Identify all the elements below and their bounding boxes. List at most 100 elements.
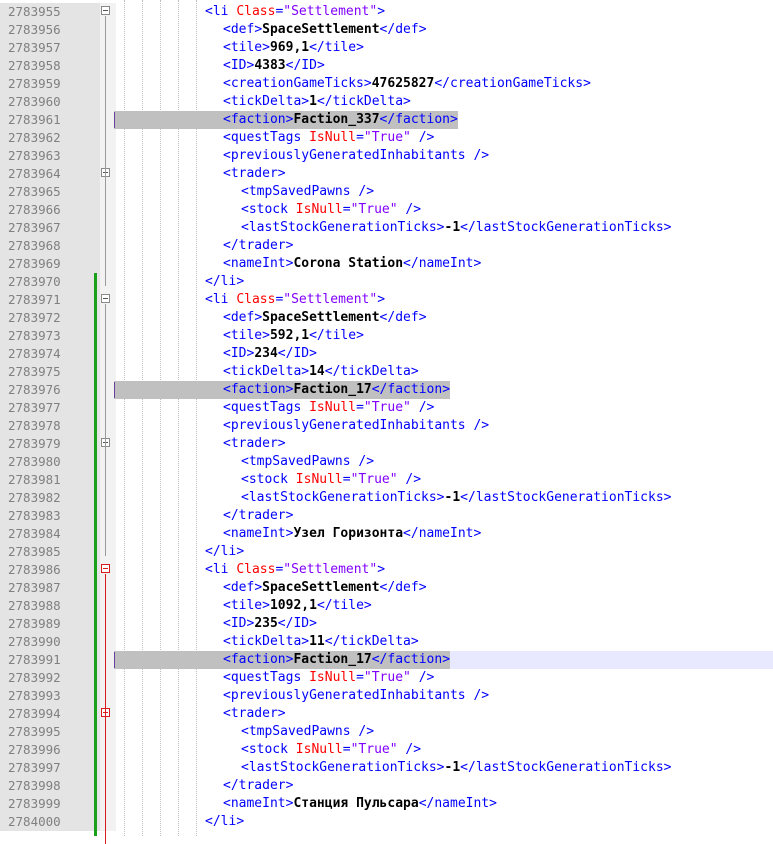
code-line[interactable]: 2783956 <def>SpaceSettlement</def> (0, 21, 773, 39)
code-line[interactable]: 2783983 </trader> (0, 507, 773, 525)
fold-toggle-icon[interactable] (101, 294, 110, 303)
token: < (241, 220, 249, 235)
code-line[interactable]: 2783997 <lastStockGenerationTicks>-1</las… (0, 759, 773, 777)
code-line[interactable]: 2783970 </li> (0, 273, 773, 291)
code-line[interactable]: 2783965 <tmpSavedPawns /> (0, 183, 773, 201)
token: previouslyGeneratedInhabitants (230, 418, 466, 433)
token: tmpSavedPawns (248, 724, 351, 739)
token: /> (418, 670, 435, 685)
code-line[interactable]: 2783955 <li Class="Settlement"> (0, 3, 773, 21)
code-line[interactable]: 2783981 <stock IsNull="True" /> (0, 471, 773, 489)
line-number: 2783971 (0, 291, 100, 309)
token: "True" (350, 742, 398, 757)
code-line[interactable]: 2783980 <tmpSavedPawns /> (0, 453, 773, 471)
token: questTags (230, 400, 302, 415)
code-line[interactable]: 2783991 <faction>Faction_17</faction> (0, 651, 773, 669)
code-line[interactable]: 2783982 <lastStockGenerationTicks>-1</las… (0, 489, 773, 507)
token: = (356, 130, 364, 145)
code-line[interactable]: 2783964 <trader> (0, 165, 773, 183)
fold-structure-line (105, 16, 106, 286)
code-line[interactable]: 2783988 <tile>1092,1</tile> (0, 597, 773, 615)
token: trader (230, 706, 278, 721)
code-line[interactable]: 2783973 <tile>592,1</tile> (0, 327, 773, 345)
code-line[interactable]: 2783998 </trader> (0, 777, 773, 795)
line-number: 2783976 (0, 381, 100, 399)
line-number: 2783956 (0, 21, 100, 39)
token: > (254, 580, 263, 595)
code-line[interactable]: 2783975 <tickDelta>14</tickDelta> (0, 363, 773, 381)
line-number: 2783997 (0, 759, 100, 777)
code-line[interactable]: 2783987 <def>SpaceSettlement</def> (0, 579, 773, 597)
token: > (277, 706, 286, 721)
token: </ (371, 382, 388, 397)
code-line[interactable]: 2783961 <faction>Faction_337</faction> (0, 111, 773, 129)
token: > (410, 364, 419, 379)
code-line[interactable]: 2783990 <tickDelta>11</tickDelta> (0, 633, 773, 651)
token: < (223, 418, 231, 433)
line-number: 2783991 (0, 651, 100, 669)
code-line[interactable]: 2783989 <ID>235</ID> (0, 615, 773, 633)
token: < (205, 4, 213, 19)
token: tmpSavedPawns (248, 184, 351, 199)
token: </ (223, 238, 239, 253)
token: "Settlement" (283, 562, 378, 577)
code-line[interactable]: 2783963 <previouslyGeneratedInhabitants /… (0, 147, 773, 165)
token: /> (418, 400, 435, 415)
code-line[interactable]: 2783960 <tickDelta>1</tickDelta> (0, 93, 773, 111)
code-line[interactable]: 2783985 </li> (0, 543, 773, 561)
code-line[interactable]: 2783962 <questTags IsNull="True" /> (0, 129, 773, 147)
token: trader (230, 166, 278, 181)
token: ID (293, 616, 310, 631)
code-line[interactable]: 2784000 </li> (0, 813, 773, 831)
code-line[interactable]: 2783979 <trader> (0, 435, 773, 453)
code-line[interactable]: 2783984 <nameInt>Узел Горизонта</nameInt> (0, 525, 773, 543)
token: </ (309, 328, 325, 343)
code-line[interactable]: 2783978 <previouslyGeneratedInhabitants /… (0, 417, 773, 435)
code-line[interactable]: 2783995 <tmpSavedPawns /> (0, 723, 773, 741)
fold-toggle-icon[interactable] (101, 6, 110, 15)
code-line[interactable]: 2783957 <tile>969,1</tile> (0, 39, 773, 57)
token: /> (473, 148, 490, 163)
fold-margin (100, 471, 116, 489)
token: nameInt (230, 526, 286, 541)
code-line[interactable]: 2783971 <li Class="Settlement"> (0, 291, 773, 309)
xml-editor[interactable]: 2783955 <li Class="Settlement"> 2783956 <de… (0, 0, 773, 844)
code-line[interactable]: 2783966 <stock IsNull="True" /> (0, 201, 773, 219)
fold-margin (100, 741, 116, 759)
fold-margin (100, 813, 116, 831)
code-line[interactable]: 2783999 <nameInt>Станция Пульсара</nameIn… (0, 795, 773, 813)
token: > (262, 40, 270, 55)
fold-margin (100, 237, 116, 255)
code-line[interactable]: 2783976 <faction>Faction_17</faction> (0, 381, 773, 399)
fold-margin (100, 21, 116, 39)
code-line[interactable]: 2783986 <li Class="Settlement"> (0, 561, 773, 579)
code-text: <tmpSavedPawns /> (241, 453, 374, 471)
line-number: 2783979 (0, 435, 100, 453)
code-line[interactable]: 2783969 <nameInt>Corona Station</nameInt> (0, 255, 773, 273)
code-line[interactable]: 2783996 <stock IsNull="True" /> (0, 741, 773, 759)
fold-margin (100, 723, 116, 741)
code-line[interactable]: 2783959 <creationGameTicks>47625827</crea… (0, 75, 773, 93)
token: < (223, 670, 231, 685)
code-line[interactable]: 2783974 <ID>234</ID> (0, 345, 773, 363)
code-line[interactable]: 2783992 <questTags IsNull="True" /> (0, 669, 773, 687)
token: < (223, 40, 231, 55)
code-line[interactable]: 2783958 <ID>4383</ID> (0, 57, 773, 75)
token: IsNull (309, 670, 357, 685)
code-line[interactable]: 2783967 <lastStockGenerationTicks>-1</las… (0, 219, 773, 237)
token: questTags (230, 670, 302, 685)
code-line[interactable]: 2783977 <questTags IsNull="True" /> (0, 399, 773, 417)
token: SpaceSettlement (262, 580, 380, 595)
token: = (342, 472, 351, 487)
fold-toggle-icon[interactable] (101, 564, 110, 573)
token: lastStockGenerationTicks (475, 760, 664, 775)
token: </ (460, 220, 476, 235)
token: "True" (363, 130, 411, 145)
code-line[interactable]: 2783972 <def>SpaceSettlement</def> (0, 309, 773, 327)
code-line[interactable]: 2783994 <trader> (0, 705, 773, 723)
code-line[interactable]: 2783993 <previouslyGeneratedInhabitants /… (0, 687, 773, 705)
code-line[interactable]: 2783968 </trader> (0, 237, 773, 255)
token: tile (324, 328, 357, 343)
token: < (241, 490, 249, 505)
